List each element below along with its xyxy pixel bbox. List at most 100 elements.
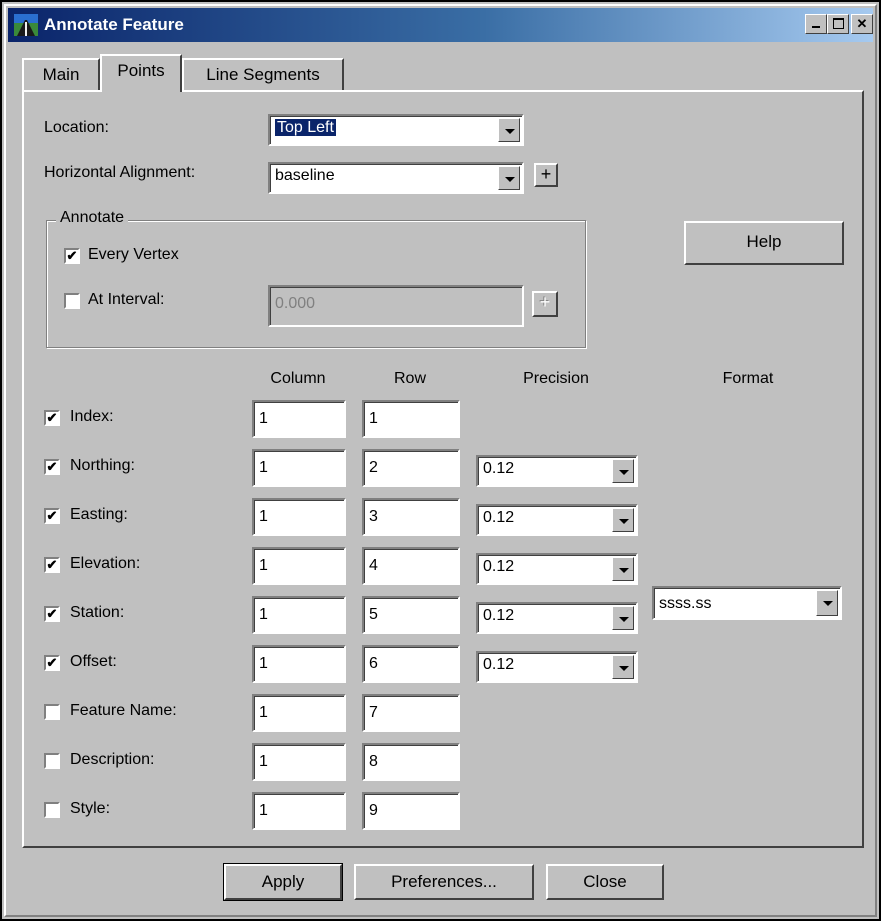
column-field[interactable]: 1 — [252, 645, 346, 683]
tab-line-segments[interactable]: Line Segments — [182, 58, 344, 90]
maximize-button[interactable] — [827, 14, 849, 34]
chevron-down-icon[interactable] — [816, 590, 838, 616]
alignment-pick-button[interactable]: + — [534, 163, 558, 187]
preferences-label: Preferences... — [391, 872, 497, 891]
column-field[interactable]: 1 — [252, 792, 346, 830]
column-value: 1 — [259, 606, 268, 623]
horizontal-alignment-select[interactable]: baseline — [268, 162, 524, 194]
row-field[interactable]: 6 — [362, 645, 460, 683]
precision-select[interactable]: 0.12 — [476, 651, 638, 683]
annotate-group — [46, 220, 586, 348]
row-checkbox[interactable] — [44, 704, 60, 720]
row-field[interactable]: 1 — [362, 400, 460, 438]
location-value: Top Left — [275, 119, 336, 136]
close-window-button[interactable]: ✕ — [851, 14, 873, 34]
tab-main[interactable]: Main — [22, 58, 100, 90]
column-field[interactable]: 1 — [252, 400, 346, 438]
row-field[interactable]: 2 — [362, 449, 460, 487]
help-button[interactable]: Help — [684, 221, 844, 265]
column-field[interactable]: 1 — [252, 596, 346, 634]
maximize-icon — [832, 18, 844, 29]
row-checkbox[interactable]: ✔ — [44, 557, 60, 573]
apply-label: Apply — [261, 872, 305, 891]
row-value: 8 — [369, 753, 378, 770]
column-field[interactable]: 1 — [252, 449, 346, 487]
row-field[interactable]: 7 — [362, 694, 460, 732]
row-field[interactable]: 5 — [362, 596, 460, 634]
chevron-down-icon[interactable] — [498, 166, 520, 190]
chevron-down-icon[interactable] — [498, 118, 520, 142]
column-value: 1 — [259, 557, 268, 574]
row-checkbox[interactable]: ✔ — [44, 410, 60, 426]
column-field[interactable]: 1 — [252, 498, 346, 536]
column-header: Column — [270, 370, 326, 387]
every-vertex-checkbox[interactable]: ✔ — [64, 248, 80, 264]
precision-select[interactable]: 0.12 — [476, 553, 638, 585]
row-checkbox[interactable]: ✔ — [44, 459, 60, 475]
precision-select[interactable]: 0.12 — [476, 455, 638, 487]
check-icon: ✔ — [66, 248, 78, 263]
column-value: 1 — [259, 753, 268, 770]
window-title: Annotate Feature — [44, 15, 184, 34]
preferences-button[interactable]: Preferences... — [354, 864, 534, 900]
chevron-down-icon[interactable] — [612, 508, 634, 532]
row-header: Row — [393, 370, 426, 387]
horizontal-alignment-label: Horizontal Alignment: — [44, 164, 196, 181]
horizontal-alignment-value: baseline — [275, 167, 335, 184]
interval-field[interactable]: 0.000 — [268, 285, 524, 327]
row-checkbox[interactable]: ✔ — [44, 606, 60, 622]
minimize-button[interactable] — [805, 14, 827, 34]
precision-select[interactable]: 0.12 — [476, 602, 638, 634]
close-button[interactable]: Close — [546, 864, 664, 900]
chevron-down-icon[interactable] — [612, 655, 634, 679]
column-value: 1 — [259, 704, 268, 721]
row-value: 4 — [369, 557, 378, 574]
check-icon: ✔ — [46, 459, 58, 474]
row-value: 7 — [369, 704, 378, 721]
column-field[interactable]: 1 — [252, 743, 346, 781]
tab-points[interactable]: Points — [100, 54, 182, 92]
location-select[interactable]: Top Left — [268, 114, 524, 146]
at-interval-checkbox[interactable] — [64, 293, 80, 309]
row-checkbox[interactable] — [44, 802, 60, 818]
precision-value: 0.12 — [483, 607, 515, 624]
minimize-icon — [812, 26, 820, 28]
column-field[interactable]: 1 — [252, 694, 346, 732]
row-value: 5 — [369, 606, 378, 623]
annotate-feature-window: Annotate Feature ✕ Main Points Line Segm… — [0, 0, 881, 921]
row-value: 9 — [369, 802, 378, 819]
row-field[interactable]: 8 — [362, 743, 460, 781]
column-field[interactable]: 1 — [252, 547, 346, 585]
interval-value: 0.000 — [275, 295, 316, 312]
title-bar[interactable]: Annotate Feature ✕ — [8, 8, 873, 42]
format-select[interactable]: ssss.ss — [652, 586, 842, 620]
apply-button[interactable]: Apply — [223, 863, 343, 901]
chevron-down-icon[interactable] — [612, 606, 634, 630]
row-label: Style: — [70, 800, 111, 817]
row-field[interactable]: 4 — [362, 547, 460, 585]
annotate-group-title: Annotate — [56, 209, 129, 227]
interval-pick-button[interactable]: + — [532, 291, 558, 317]
row-checkbox[interactable]: ✔ — [44, 655, 60, 671]
format-value: ssss.ss — [659, 595, 712, 612]
row-field[interactable]: 9 — [362, 792, 460, 830]
column-value: 1 — [259, 508, 268, 525]
chevron-down-icon[interactable] — [612, 459, 634, 483]
row-label: Northing: — [70, 457, 135, 474]
row-checkbox[interactable] — [44, 753, 60, 769]
every-vertex-label: Every Vertex — [88, 246, 179, 263]
row-checkbox[interactable]: ✔ — [44, 508, 60, 524]
row-value: 2 — [369, 459, 378, 476]
close-icon: ✕ — [856, 16, 868, 31]
chevron-down-icon[interactable] — [612, 557, 634, 581]
row-value: 3 — [369, 508, 378, 525]
check-icon: ✔ — [46, 557, 58, 572]
precision-value: 0.12 — [483, 558, 515, 575]
row-label: Offset: — [70, 653, 117, 670]
tab-line-segments-label: Line Segments — [206, 65, 320, 84]
row-field[interactable]: 3 — [362, 498, 460, 536]
precision-select[interactable]: 0.12 — [476, 504, 638, 536]
at-interval-label: At Interval: — [88, 291, 165, 308]
row-label: Feature Name: — [70, 702, 177, 719]
active-tab-joint — [102, 88, 180, 94]
